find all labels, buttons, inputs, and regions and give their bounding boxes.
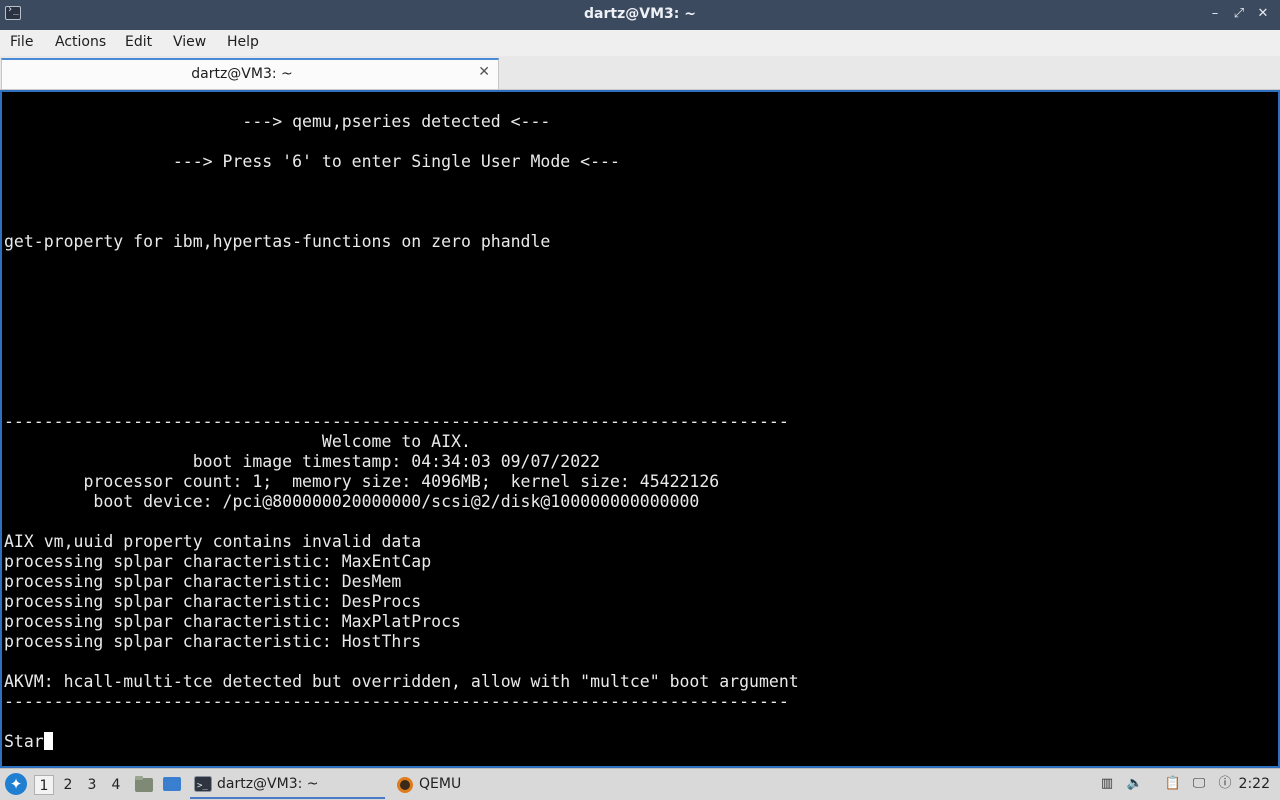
menu-bar: File Actions Edit View Help — [0, 30, 1280, 56]
tab-bar: dartz@VM3: ~ ✕ — [0, 56, 1280, 90]
menu-actions[interactable]: Actions — [55, 34, 106, 50]
terminal-line: ----------------------------------------… — [4, 412, 789, 431]
storage-icon[interactable]: ▥ — [1098, 775, 1116, 793]
start-menu-icon[interactable]: ✦ — [5, 773, 27, 795]
terminal-line: ---> qemu,pseries detected <--- — [4, 112, 551, 131]
workspace-3[interactable]: 3 — [82, 775, 102, 795]
file-manager-icon[interactable] — [134, 775, 154, 793]
terminal-line: ----------------------------------------… — [4, 692, 789, 711]
network-icon[interactable]: 🖵 — [1190, 775, 1208, 793]
qemu-icon — [396, 776, 414, 793]
show-desktop-icon[interactable] — [162, 775, 182, 793]
terminal-line: Welcome to AIX. — [4, 432, 471, 451]
terminal-line: ---> Press '6' to enter Single User Mode… — [4, 152, 620, 171]
terminal-line: get-property for ibm,hypertas-functions … — [4, 232, 551, 251]
volume-icon[interactable]: 🔈 — [1126, 775, 1144, 793]
terminal-line: processor count: 1; memory size: 4096MB;… — [4, 472, 720, 491]
terminal-prompt-line: Star — [4, 732, 53, 752]
menu-view[interactable]: View — [173, 34, 206, 50]
tab-label: dartz@VM3: ~ — [191, 66, 293, 82]
workspace-2[interactable]: 2 — [58, 775, 78, 795]
update-notifier-icon[interactable]: ⓘ — [1216, 775, 1234, 793]
terminal-line: boot device: /pci@800000020000000/scsi@2… — [4, 492, 700, 511]
terminal-line: processing splpar characteristic: MaxPla… — [4, 612, 461, 631]
menu-file[interactable]: File — [10, 34, 33, 50]
window-titlebar: dartz@VM3: ~ – ⤢ ✕ — [0, 0, 1280, 30]
text-cursor — [43, 732, 53, 750]
terminal-line: boot image timestamp: 04:34:03 09/07/202… — [4, 452, 601, 471]
close-window-button[interactable]: ✕ — [1254, 5, 1272, 23]
terminal-icon: >_ — [194, 776, 212, 792]
window-title: dartz@VM3: ~ — [584, 6, 696, 22]
clock[interactable]: 2:22 — [1239, 776, 1270, 792]
clipboard-icon[interactable]: 📋 — [1164, 775, 1182, 793]
task-qemu[interactable]: QEMU — [392, 771, 572, 799]
terminal-line: processing splpar characteristic: DesPro… — [4, 592, 422, 611]
terminal-line: AIX vm,uuid property contains invalid da… — [4, 532, 422, 551]
menu-help[interactable]: Help — [227, 34, 259, 50]
menu-edit[interactable]: Edit — [125, 34, 152, 50]
taskbar: ✦ 1 2 3 4 >_ dartz@VM3: ~ QEMU ▥ 🔈 📋 🖵 ⓘ… — [0, 768, 1280, 800]
tab-terminal[interactable]: dartz@VM3: ~ ✕ — [1, 58, 499, 89]
terminal-line: processing splpar characteristic: MaxEnt… — [4, 552, 432, 571]
minimize-button[interactable]: – — [1206, 5, 1224, 23]
task-label: QEMU — [419, 776, 462, 792]
terminal-output[interactable]: ---> qemu,pseries detected <--- ---> Pre… — [0, 90, 1280, 768]
workspace-4[interactable]: 4 — [106, 775, 126, 795]
terminal-line: processing splpar characteristic: HostTh… — [4, 632, 422, 651]
svg-text:>_: >_ — [197, 781, 208, 791]
close-tab-icon[interactable]: ✕ — [478, 64, 490, 80]
task-terminal[interactable]: >_ dartz@VM3: ~ — [190, 771, 385, 799]
workspace-1[interactable]: 1 — [34, 775, 54, 795]
task-label: dartz@VM3: ~ — [217, 776, 319, 792]
maximize-button[interactable]: ⤢ — [1230, 5, 1248, 23]
terminal-line-text: Star — [4, 732, 44, 751]
terminal-line: processing splpar characteristic: DesMem — [4, 572, 402, 591]
terminal-line: AKVM: hcall-multi-tce detected but overr… — [4, 672, 799, 691]
